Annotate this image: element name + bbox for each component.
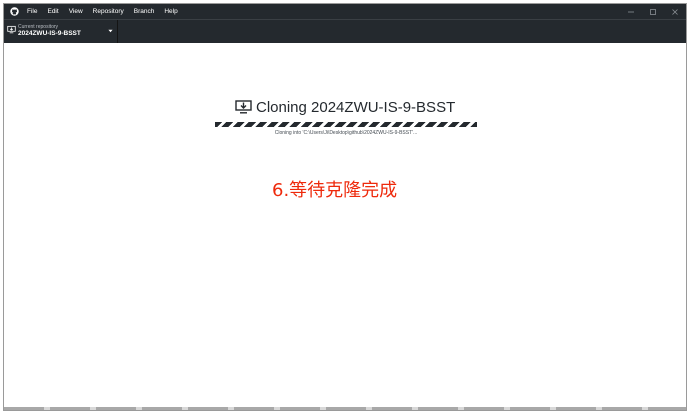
title-bar: File Edit View Repository Branch Help	[4, 4, 686, 19]
repository-name: 2024ZWU-IS-9-BSST	[18, 30, 81, 37]
menu-help[interactable]: Help	[159, 4, 182, 19]
menu-repository[interactable]: Repository	[88, 4, 129, 19]
clone-progress-view: Cloning 2024ZWU-IS-9-BSST Cloning into '…	[4, 43, 686, 410]
minimize-icon	[628, 11, 634, 12]
current-repository-selector[interactable]: Current repository 2024ZWU-IS-9-BSST	[4, 20, 118, 43]
maximize-button[interactable]	[642, 4, 664, 19]
clone-progress-bar	[215, 122, 477, 127]
tutorial-annotation: 6.等待克隆完成	[272, 180, 398, 201]
minimize-button[interactable]	[620, 4, 642, 19]
clone-heading: Cloning 2024ZWU-IS-9-BSST	[235, 97, 455, 117]
clone-title: Cloning 2024ZWU-IS-9-BSST	[256, 98, 456, 116]
close-icon	[672, 8, 678, 15]
clone-icon	[235, 100, 252, 114]
menu-edit[interactable]: Edit	[42, 4, 63, 19]
menu-bar: File Edit View Repository Branch Help	[22, 4, 183, 19]
menu-view[interactable]: View	[64, 4, 88, 19]
menu-branch[interactable]: Branch	[129, 4, 160, 19]
github-logo-icon	[6, 4, 22, 19]
window-bottom-edge	[4, 407, 686, 410]
app-window: File Edit View Repository Branch Help Cu…	[3, 3, 687, 411]
close-button[interactable]	[664, 4, 686, 19]
clone-status-text: Cloning into 'C:\Users\Ji\Desktop\github…	[274, 130, 418, 136]
repository-clone-icon	[7, 25, 16, 34]
window-controls	[620, 4, 686, 19]
chevron-down-icon	[108, 29, 113, 33]
maximize-icon	[650, 8, 656, 15]
menu-file[interactable]: File	[22, 4, 42, 19]
toolbar: Current repository 2024ZWU-IS-9-BSST	[4, 19, 686, 43]
